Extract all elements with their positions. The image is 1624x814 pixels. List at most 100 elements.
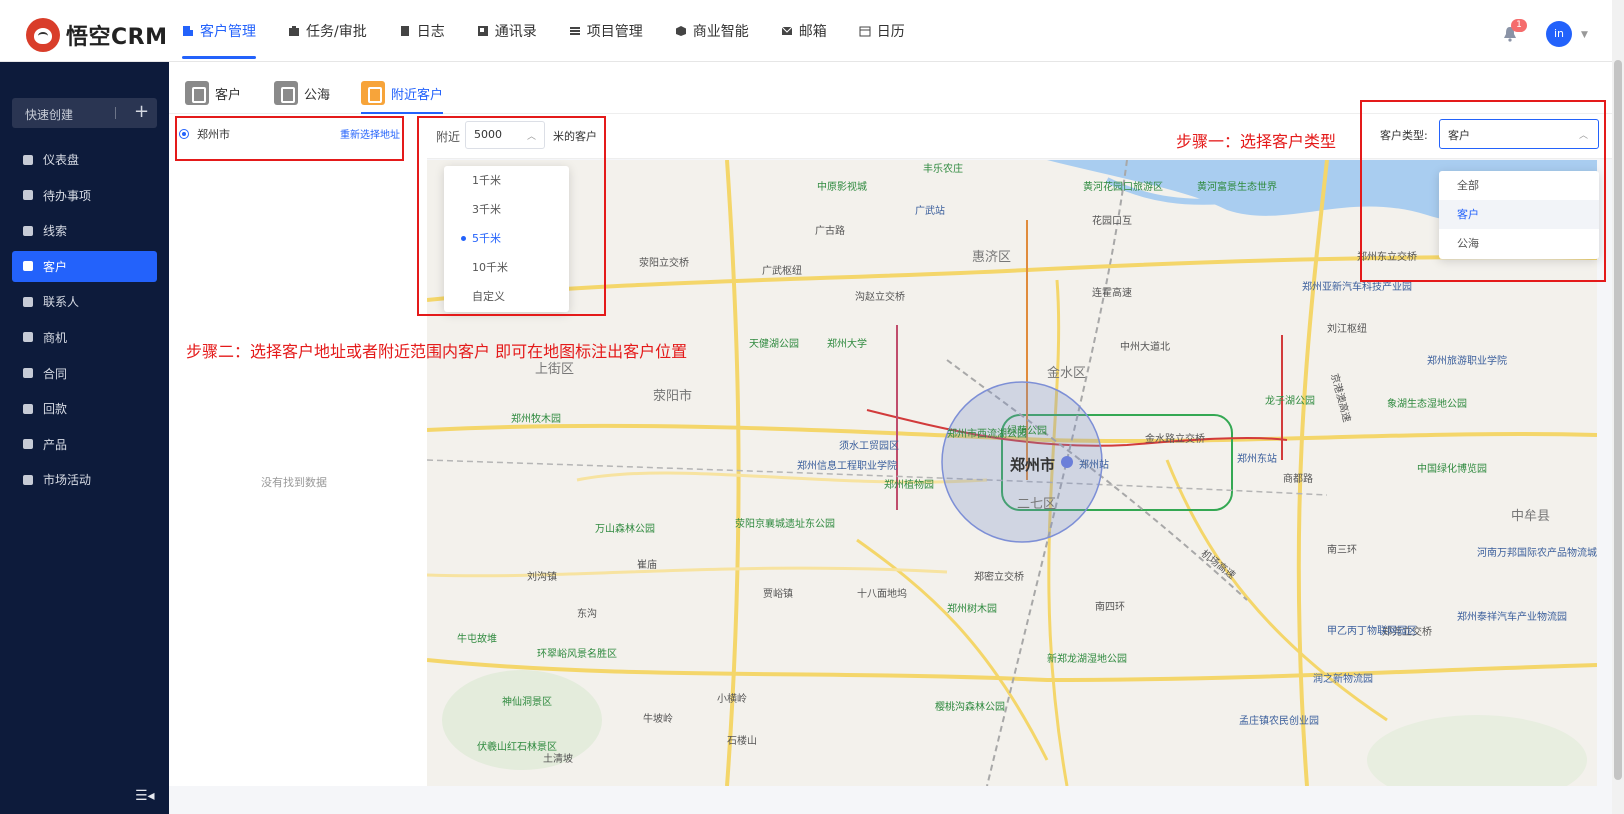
map-poi[interactable]: 天健湖公园 — [749, 335, 799, 350]
sidebar-item-marketing[interactable]: 市场活动 — [12, 464, 157, 495]
tab-public-pool[interactable]: 公海 — [274, 72, 330, 114]
sidebar-item-product[interactable]: 产品 — [12, 429, 157, 460]
map-poi[interactable]: 郑州泰祥汽车产业物流园 — [1457, 608, 1567, 623]
map-poi[interactable]: 樱桃沟森林公园 — [935, 698, 1005, 713]
contacts-icon — [477, 26, 488, 36]
map-poi[interactable]: 龙子湖公园 — [1265, 392, 1315, 407]
sidebar-item-dashboard[interactable]: 仪表盘 — [12, 144, 157, 175]
nav-mail[interactable]: 邮箱 — [781, 0, 841, 62]
chevron-down-icon[interactable]: ▼ — [1581, 30, 1588, 40]
sidebar-item-opportunity[interactable]: 商机 — [12, 322, 157, 353]
scrollbar-thumb[interactable] — [1614, 60, 1622, 780]
dashboard-icon — [23, 154, 33, 165]
map-poi[interactable]: 郑州牧木园 — [511, 410, 561, 425]
contact-icon — [23, 296, 33, 307]
map-poi[interactable]: 丰乐农庄 — [923, 160, 963, 175]
map-poi[interactable]: 黄河花园口旅游区 — [1083, 178, 1163, 193]
map-poi[interactable]: 甲乙丙丁物联网园区 — [1327, 622, 1417, 637]
map-poi[interactable]: 孟庄镇农民创业园 — [1239, 712, 1319, 727]
annotation-box-range — [417, 116, 606, 316]
map-poi[interactable]: 牛屯故堆 — [457, 630, 497, 645]
sidebar-item-leads[interactable]: 线索 — [12, 215, 157, 246]
map-poi[interactable]: 须水工贸园区 — [839, 437, 899, 452]
map-poi[interactable]: 郑州树木园 — [947, 600, 997, 615]
nav-label: 任务/审批 — [306, 24, 367, 40]
nav-label: 通讯录 — [494, 24, 537, 40]
list-icon — [569, 27, 580, 35]
nav-bi[interactable]: 商业智能 — [675, 0, 763, 62]
building-icon — [183, 26, 193, 36]
map-poi[interactable]: 小横岭 — [717, 690, 747, 705]
map-poi[interactable]: 黄河富景生态世界 — [1197, 178, 1277, 193]
map-poi[interactable]: 绿荫公园 — [1007, 422, 1047, 437]
map-label: 惠济区 — [972, 250, 1012, 265]
logo[interactable]: 悟空CRM — [26, 17, 167, 53]
empty-message: 没有找到数据 — [261, 476, 327, 489]
location-panel: 郑州市 重新选择地址 没有找到数据 — [169, 114, 427, 786]
page-scrollbar[interactable] — [1612, 0, 1624, 814]
map-poi[interactable]: 郑州大学 — [827, 335, 867, 350]
sidebar-item-label: 联系人 — [43, 295, 80, 310]
map-poi[interactable]: 万山森林公园 — [595, 520, 655, 535]
map-poi[interactable]: 新郑龙湖湿地公园 — [1047, 650, 1127, 665]
nav-log[interactable]: 日志 — [399, 0, 459, 62]
nav-projects[interactable]: 项目管理 — [569, 0, 657, 62]
nav-label: 商业智能 — [692, 24, 749, 40]
collapse-sidebar-icon[interactable]: ☰◂ — [135, 788, 155, 804]
map-poi[interactable]: 中国绿化博览园 — [1417, 460, 1487, 475]
avatar[interactable]: in — [1546, 21, 1572, 47]
map-poi[interactable]: 河南万邦国际农产品物流城 — [1477, 544, 1597, 559]
green-area — [1367, 715, 1587, 786]
map-label: 郑密立交桥 — [974, 572, 1024, 583]
map-poi[interactable]: 郑州旅游职业学院 — [1427, 352, 1507, 367]
map-poi[interactable]: 广武站 — [915, 202, 945, 217]
map-label: 商都路 — [1283, 474, 1313, 485]
road — [427, 658, 1597, 683]
briefcase-icon — [289, 26, 299, 36]
map-poi[interactable]: 石楼山 — [727, 732, 757, 747]
pool-icon — [274, 81, 298, 105]
app-name: 悟空CRM — [66, 25, 168, 50]
location-pin-icon[interactable] — [1061, 456, 1073, 468]
map-poi[interactable]: 郑州站 — [1079, 456, 1109, 471]
sidebar-item-todo[interactable]: 待办事项 — [12, 180, 157, 211]
nav-customer-management[interactable]: 客户管理 — [182, 0, 270, 62]
opportunity-icon — [23, 332, 33, 343]
nav-label: 项目管理 — [586, 24, 643, 40]
sidebar-menu: 仪表盘 待办事项 线索 客户 联系人 商机 合同 回款 产品 市场活动 — [12, 144, 157, 500]
sidebar-item-label: 回款 — [43, 402, 68, 417]
sidebar-item-contract[interactable]: 合同 — [12, 358, 157, 389]
map-poi[interactable]: 中原影视城 — [817, 178, 867, 193]
notification-badge: 1 — [1511, 19, 1527, 32]
nav-label: 日历 — [876, 24, 905, 40]
nav-calendar[interactable]: 日历 — [859, 0, 919, 62]
annotation-step2: 步骤二：选择客户地址或者附近范围内客户 即可在地图标注出客户位置 — [186, 342, 688, 361]
map-poi[interactable]: 郑州东站 — [1237, 450, 1277, 465]
tab-customer[interactable]: 客户 — [185, 72, 241, 114]
sidebar-item-contacts[interactable]: 联系人 — [12, 286, 157, 317]
nav-tasks[interactable]: 任务/审批 — [288, 0, 381, 62]
map-poi[interactable]: 牛坡岭 — [643, 710, 673, 725]
map-poi[interactable]: 环翠峪风景名胜区 — [537, 645, 617, 660]
map-poi[interactable]: 郑州植物园 — [884, 476, 934, 491]
sidebar-item-customer[interactable]: 客户 — [12, 250, 157, 282]
map-label: 崔庙 — [637, 560, 657, 571]
map-poi[interactable]: 神仙洞景区 — [502, 693, 552, 708]
tab-label: 客户 — [215, 87, 242, 103]
customer-icon — [185, 81, 209, 105]
map-label: 荥阳立交桥 — [639, 258, 689, 269]
nav-label: 客户管理 — [200, 24, 256, 40]
map-poi[interactable]: 象湖生态湿地公园 — [1387, 395, 1467, 410]
tab-nearby-customers[interactable]: 附近客户 — [361, 72, 444, 114]
nav-contacts[interactable]: 通讯录 — [477, 0, 551, 62]
map-poi[interactable]: 郑州信息工程职业学院 — [797, 457, 897, 472]
map-label: 广古路 — [815, 226, 845, 237]
map-poi[interactable]: 土清坡 — [543, 750, 573, 765]
map-poi[interactable]: 荥阳京襄城遗址东公园 — [735, 515, 835, 530]
quick-create-button[interactable]: 快速创建 + — [12, 98, 157, 128]
product-icon — [23, 439, 33, 450]
map-poi[interactable]: 润之新物流园 — [1313, 670, 1373, 685]
map-label: 十八面地坞 — [857, 589, 907, 600]
map-label: 中州大道北 — [1120, 342, 1170, 353]
sidebar-item-payment[interactable]: 回款 — [12, 393, 157, 424]
